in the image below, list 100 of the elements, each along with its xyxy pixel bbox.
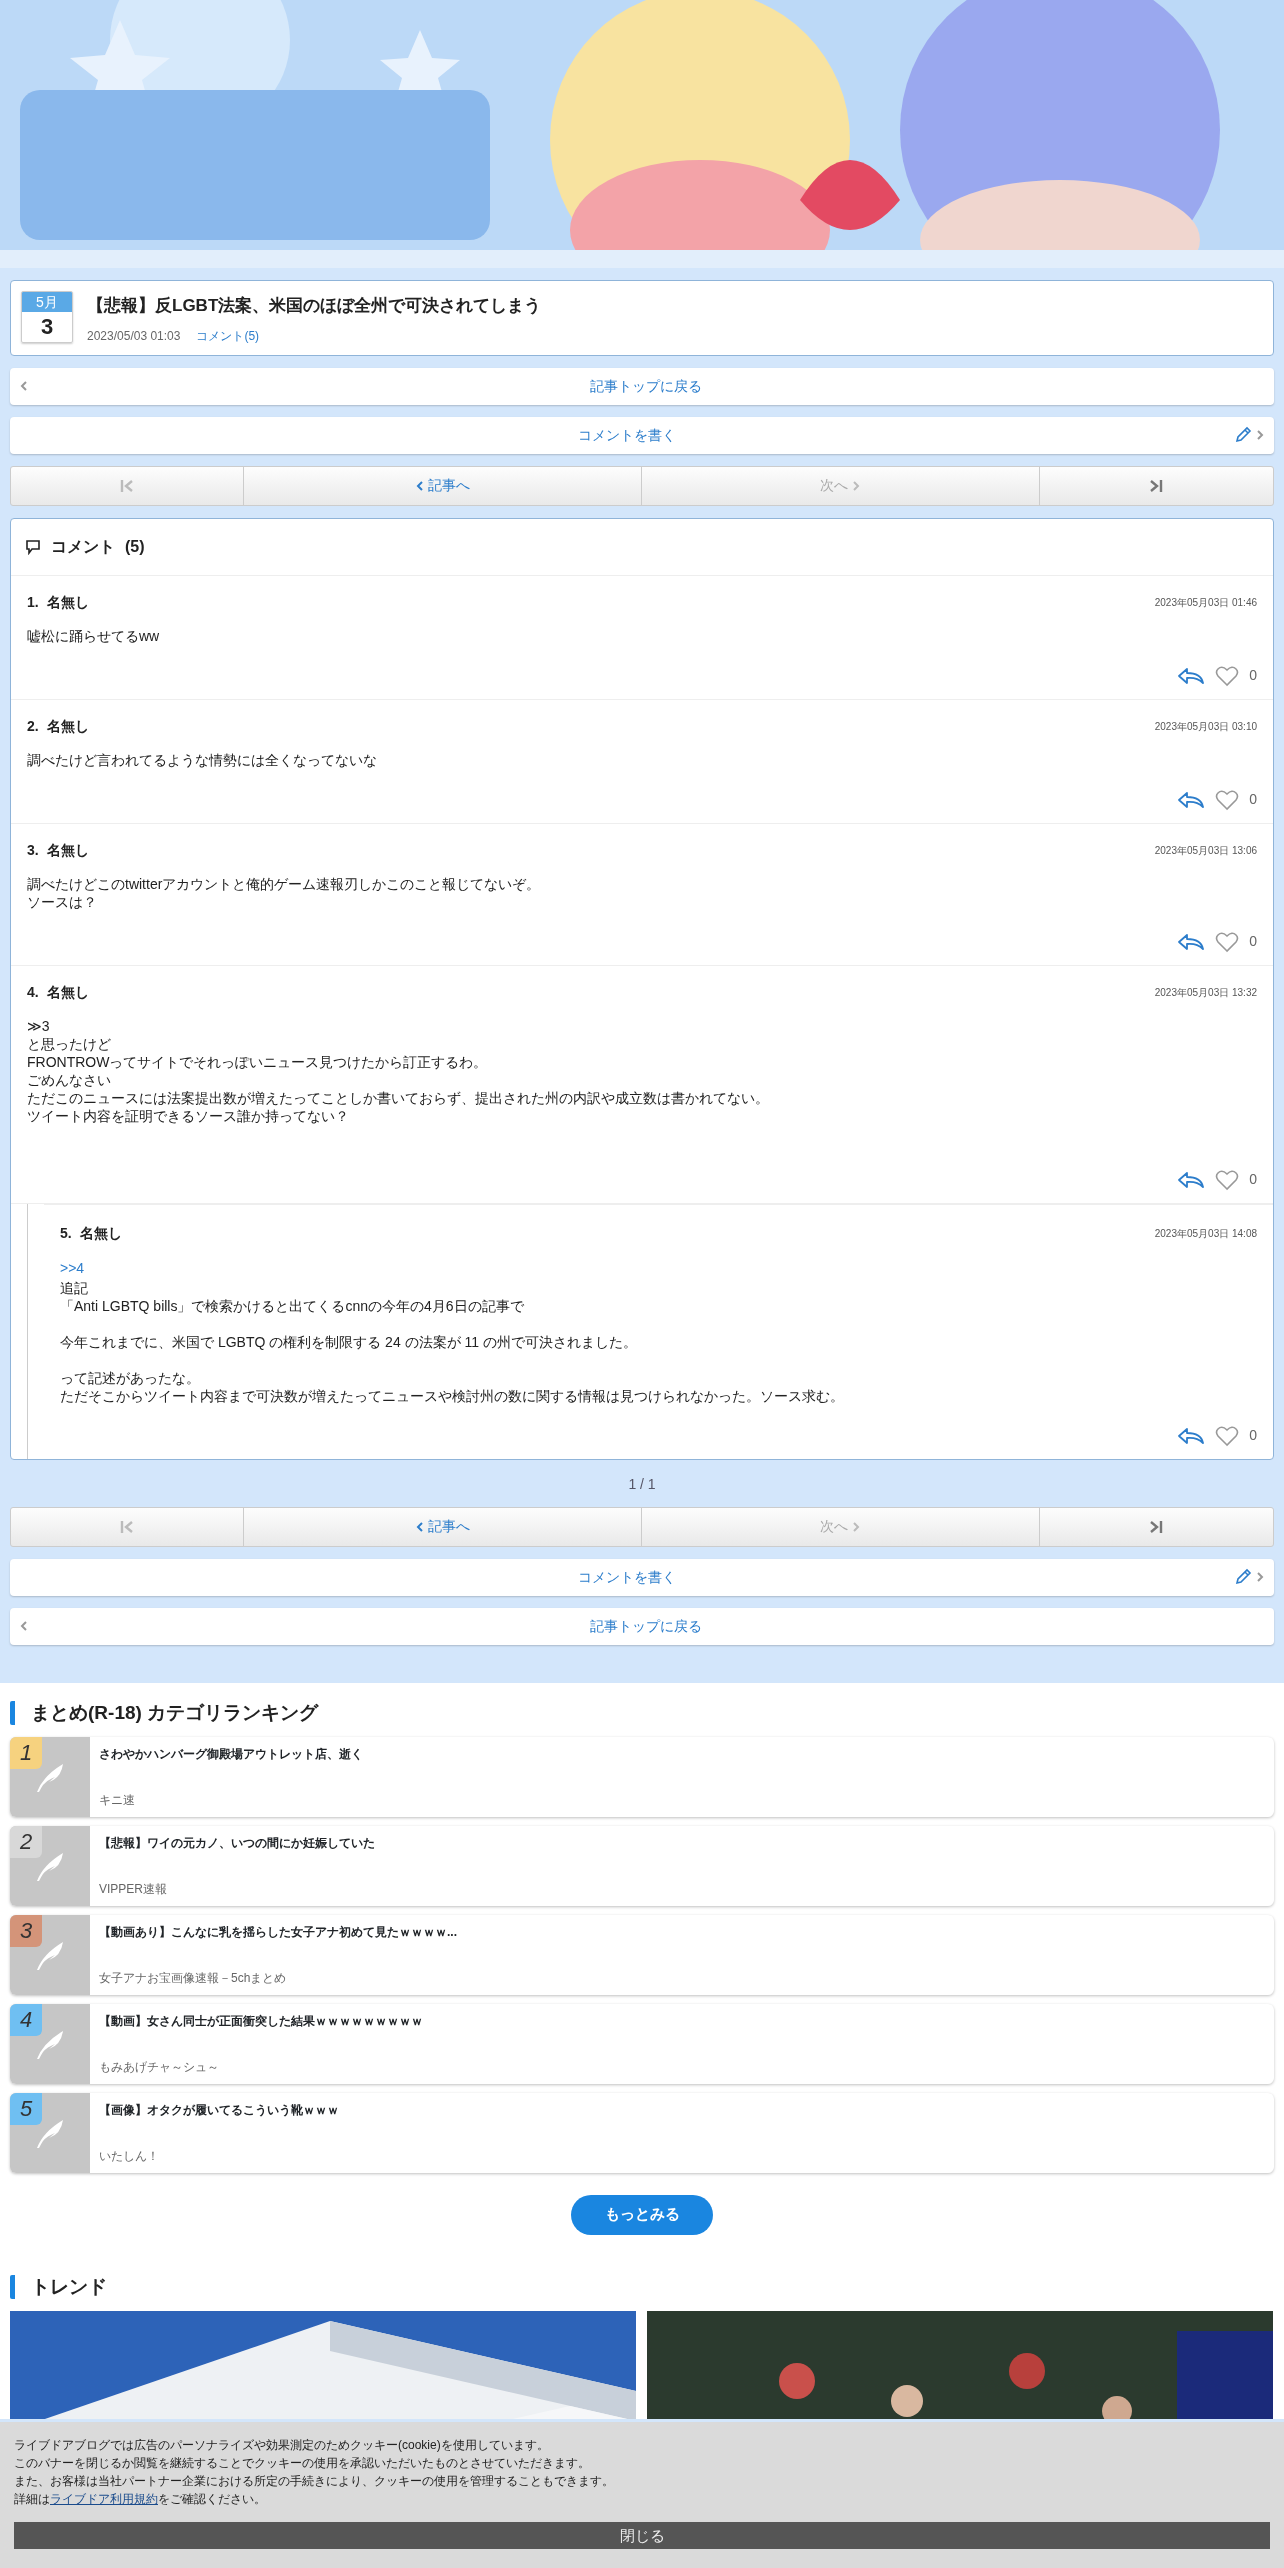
heart-icon[interactable] xyxy=(1215,1424,1240,1447)
section-heading: トレンド xyxy=(10,2274,1274,2299)
comment-text: ただそこからツイート内容まで可決数が増えたってニュースや検討州の数に関する情報は見つけられなかった。ソース求む。 xyxy=(60,1386,844,1405)
heart-icon[interactable] xyxy=(1215,788,1240,811)
like-count: 0 xyxy=(1249,1170,1257,1189)
like-count: 0 xyxy=(1249,932,1257,951)
chevron-right-icon xyxy=(852,1520,861,1533)
comment-text: 「Anti LGBTQ bills」で検索かけると出てくるcnnの今年の4月6日の記事で xyxy=(60,1296,524,1315)
comment-text: ただこのニュースには法案提出数が増えたってことしか書いておらず、提出された州の内訳や成立数は書かれてない。 xyxy=(27,1088,769,1107)
comment-number: 4. xyxy=(27,982,39,1002)
cookie-notice-text: ライブドアブログでは広告のパーソナライズや効果測定のためクッキー(cookie)を使用しています。 xyxy=(14,2437,550,2454)
more-button[interactable]: もっとみる xyxy=(571,2194,713,2235)
comment-number: 5. xyxy=(60,1223,72,1243)
write-comment-link[interactable]: コメントを書く xyxy=(10,1558,1274,1596)
reply-link[interactable]: >>4 xyxy=(60,1257,85,1279)
previous-button[interactable]: 記事へ xyxy=(244,1507,642,1546)
day-label: 3 xyxy=(39,313,55,341)
cookie-detail-text: 詳細はライブドア利用規約をご確認ください。 xyxy=(14,2491,267,2508)
article-title: 【悲報】反LGBT法案、米国のほぼ全州で可決されてしまう xyxy=(87,295,542,317)
comment-text: 追記 xyxy=(60,1278,88,1297)
previous-button[interactable]: 記事へ xyxy=(244,466,642,505)
reply-icon[interactable] xyxy=(1177,790,1206,809)
comments-count: (5) xyxy=(125,536,145,557)
skip-first-icon xyxy=(120,1519,135,1534)
comment-text: って記述があったな。 xyxy=(60,1368,200,1387)
rank-badge: 5 xyxy=(10,2092,42,2125)
ranking-item[interactable]: 2 【悲報】ワイの元カノ、いつの間にか妊娠していた VIPPER速報 xyxy=(10,1825,1274,1906)
page-count: 1 / 1 xyxy=(627,1474,657,1494)
chevron-right-icon xyxy=(1256,1571,1264,1583)
commenter-name: 名無し xyxy=(46,592,89,612)
comments-title: コメント xyxy=(51,536,115,557)
reply-icon[interactable] xyxy=(1177,1170,1206,1189)
skip-last-icon xyxy=(1149,478,1164,493)
rank-badge: 4 xyxy=(10,2003,42,2036)
write-comment-link[interactable]: コメントを書く xyxy=(10,416,1274,454)
skip-last-icon xyxy=(1149,1519,1164,1534)
pencil-icon xyxy=(1234,426,1252,444)
comments-link[interactable]: コメント(5) xyxy=(196,326,260,345)
ranking-title: 【動画あり】こんなに乳を揺らした女子アナ初めて見たｗｗｗｗ... xyxy=(99,1923,457,1941)
article-date: 2023/05/03 01:03 xyxy=(87,327,181,345)
reply-icon[interactable] xyxy=(1177,1426,1206,1445)
commenter-name: 名無し xyxy=(46,840,89,860)
comment-text: 嘘松に踊らせてるww xyxy=(27,626,160,645)
ranking-source: いたしん！ xyxy=(99,2147,160,2165)
like-count: 0 xyxy=(1249,790,1257,809)
ranking-source: 女子アナお宝画像速報－5chまとめ xyxy=(99,1969,288,1987)
month-label: 5月 xyxy=(22,292,72,312)
ranking-item[interactable]: 4 【動画】女さん同士が正面衝突した結果ｗｗｗｗｗｗｗｗｗ もみあげチャ～シュ～ xyxy=(10,2003,1274,2084)
cookie-notice-text: このバナーを閉じるか閲覧を継続することでクッキーの使用を承認いただいたものとさせていただきます。 xyxy=(14,2455,591,2472)
ranking-title: 【動画】女さん同士が正面衝突した結果ｗｗｗｗｗｗｗｗｗ xyxy=(99,2012,423,2030)
commenter-name: 名無し xyxy=(46,716,89,736)
pencil-icon xyxy=(1234,1568,1252,1586)
chevron-right-icon xyxy=(1256,429,1264,441)
chevron-left-icon xyxy=(20,380,28,392)
like-count: 0 xyxy=(1249,1426,1257,1445)
ranking-title: 【画像】オタクが履いてるこういう靴ｗｗｗ xyxy=(99,2101,339,2119)
ranking-source: VIPPER速報 xyxy=(99,1880,168,1898)
rank-badge: 1 xyxy=(10,1736,42,1769)
reply-icon[interactable] xyxy=(1177,666,1206,685)
ranking-title: さわやかハンバーグ御殿場アウトレット店、逝く xyxy=(99,1745,363,1763)
comment-date: 2023年05月03日 03:10 xyxy=(1154,719,1257,734)
comment-number: 3. xyxy=(27,840,39,860)
commenter-name: 名無し xyxy=(79,1223,122,1243)
rank-badge: 2 xyxy=(10,1825,42,1858)
reply-icon[interactable] xyxy=(1177,932,1206,951)
heart-icon[interactable] xyxy=(1215,1168,1240,1191)
ranking-item[interactable]: 5 【画像】オタクが履いてるこういう靴ｗｗｗ いたしん！ xyxy=(10,2092,1274,2173)
comment-text: FRONTROWってサイトでそれっぽいニュース見つけたから訂正するわ。 xyxy=(27,1052,488,1071)
heart-icon[interactable] xyxy=(1215,664,1240,687)
back-to-article-link[interactable]: 記事トップに戻る xyxy=(10,1607,1274,1645)
skip-first-icon xyxy=(120,478,135,493)
comment-text: ごめんなさい xyxy=(27,1070,111,1089)
comment-date: 2023年05月03日 13:32 xyxy=(1154,985,1257,1000)
heart-icon[interactable] xyxy=(1215,930,1240,953)
comment-text: と思ったけど xyxy=(27,1034,111,1053)
comment-text: 今年これまでに、米国で LGBTQ の権利を制限する 24 の法案が 11 の州で可決されました。 xyxy=(60,1332,637,1351)
ranking-item[interactable]: 1 さわやかハンバーグ御殿場アウトレット店、逝く キニ速 xyxy=(10,1736,1274,1817)
commenter-name: 名無し xyxy=(46,982,89,1002)
comment-text: 調べたけど言われてるような情勢には全くなってないな xyxy=(27,750,377,769)
chevron-left-icon xyxy=(415,479,424,492)
comment-date: 2023年05月03日 13:06 xyxy=(1154,843,1257,858)
comment-date: 2023年05月03日 01:46 xyxy=(1154,595,1257,610)
like-count: 0 xyxy=(1249,666,1257,685)
ranking-item[interactable]: 3 【動画あり】こんなに乳を揺らした女子アナ初めて見たｗｗｗｗ... 女子アナお宝画像速報－5chまとめ xyxy=(10,1914,1274,1995)
rank-badge: 3 xyxy=(10,1914,42,1947)
chevron-left-icon xyxy=(20,1620,28,1632)
ranking-source: もみあげチャ～シュ～ xyxy=(99,2058,220,2076)
speech-bubble-icon xyxy=(25,538,41,555)
chevron-left-icon xyxy=(415,1520,424,1533)
cookie-notice-text: また、お客様は当社パートナー企業における所定の手続きにより、クッキーの使用を管理することもできます。 xyxy=(14,2473,615,2490)
ranking-title: 【悲報】ワイの元カノ、いつの間にか妊娠していた xyxy=(99,1834,375,1852)
comment-text: ≫3 xyxy=(27,1016,50,1035)
terms-link[interactable]: ライブドア利用規約 xyxy=(50,2492,158,2506)
ranking-source: キニ速 xyxy=(99,1791,136,1809)
chevron-right-icon xyxy=(852,479,861,492)
back-to-article-link[interactable]: 記事トップに戻る xyxy=(10,367,1274,405)
comment-text: ソースは？ xyxy=(27,892,97,911)
comment-number: 2. xyxy=(27,716,39,736)
comment-date: 2023年05月03日 14:08 xyxy=(1154,1226,1257,1241)
close-button[interactable]: 閉じる xyxy=(14,2522,1270,2549)
